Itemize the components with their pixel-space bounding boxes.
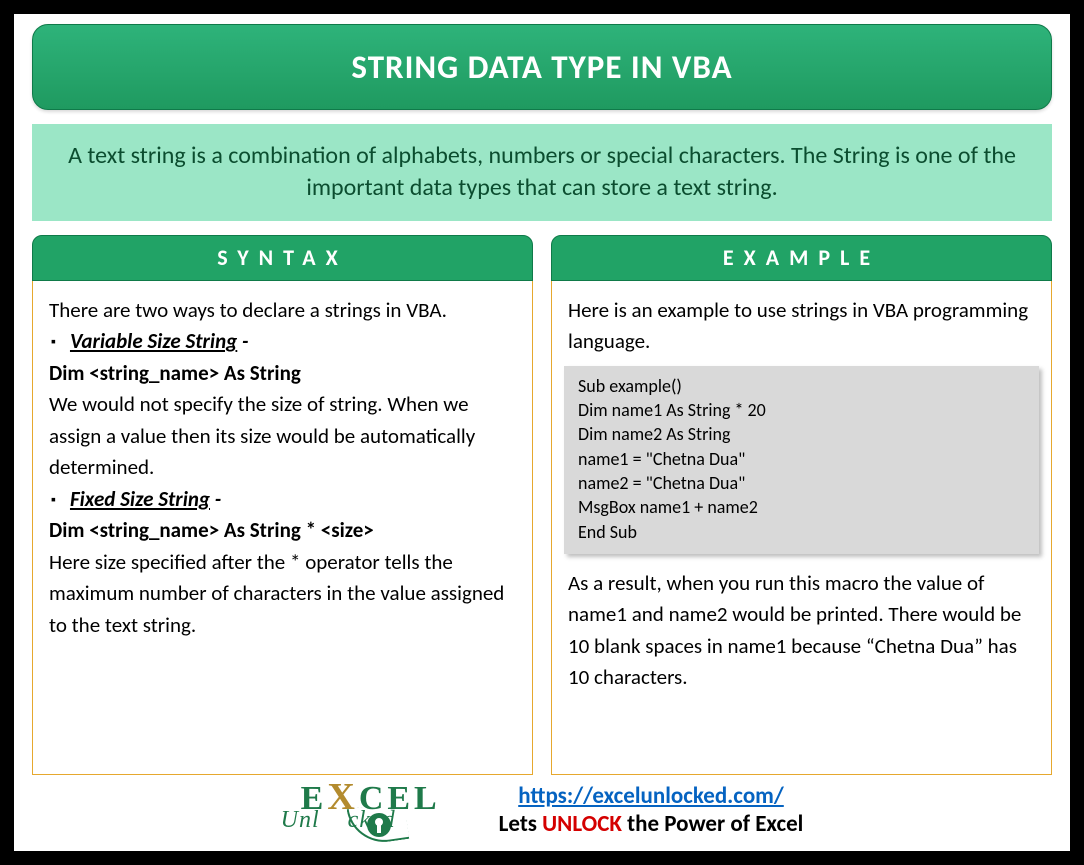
example-column: EXAMPLE Here is an example to use string… [551,235,1052,775]
example-body: Here is an example to use strings in VBA… [551,281,1052,775]
syntax-item1-code: Dim <string_name> As String [49,358,516,390]
slogan-unlock: UNLOCK [542,810,622,838]
syntax-item2-label: Fixed Size String [70,486,210,512]
slogan-post: the Power of Excel [622,810,803,838]
example-header: EXAMPLE [551,235,1052,281]
example-lead: Here is an example to use strings in VBA… [568,295,1035,358]
syntax-lead: There are two ways to declare a strings … [49,295,516,327]
footer-url-link[interactable]: https://excelunlocked.com/ [518,782,784,810]
slogan-pre: Lets [499,810,543,838]
intro-description: A text string is a combination of alphab… [32,124,1052,221]
syntax-bullet-1: ▪ Variable Size String - [49,326,516,358]
syntax-bullet-2: ▪ Fixed Size String - [49,484,516,516]
infographic-frame: STRING DATA TYPE IN VBA A text string is… [0,0,1084,865]
syntax-item1-desc: We would not specify the size of string.… [49,389,516,484]
example-result: As a result, when you run this macro the… [568,568,1035,694]
content-columns: SYNTAX There are two ways to declare a s… [32,235,1052,775]
footer: EXCEL Unl cked https://excelunlocked.com… [32,777,1052,845]
syntax-header: SYNTAX [32,235,533,281]
syntax-body: There are two ways to declare a strings … [32,281,533,775]
logo-bottom-pre: Unl [281,807,320,833]
syntax-item2-code: Dim <string_name> As String * <size> [49,515,516,547]
keyhole-icon [367,813,391,837]
syntax-item2-desc: Here size specified after the * operator… [49,547,516,642]
main-title: STRING DATA TYPE IN VBA [32,24,1052,110]
footer-text: https://excelunlocked.com/ Lets UNLOCK t… [499,782,804,838]
example-code-block: Sub example() Dim name1 As String * 20 D… [564,366,1039,554]
syntax-item1-label: Variable Size String [70,328,237,354]
syntax-item2-dash: - [210,486,221,512]
syntax-column: SYNTAX There are two ways to declare a s… [32,235,533,775]
footer-slogan: Lets UNLOCK the Power of Excel [499,810,804,838]
square-bullet-icon: ▪ [51,331,56,352]
square-bullet-icon: ▪ [51,489,56,510]
syntax-item1-dash: - [237,328,248,354]
excel-unlocked-logo: EXCEL Unl cked [281,777,471,843]
